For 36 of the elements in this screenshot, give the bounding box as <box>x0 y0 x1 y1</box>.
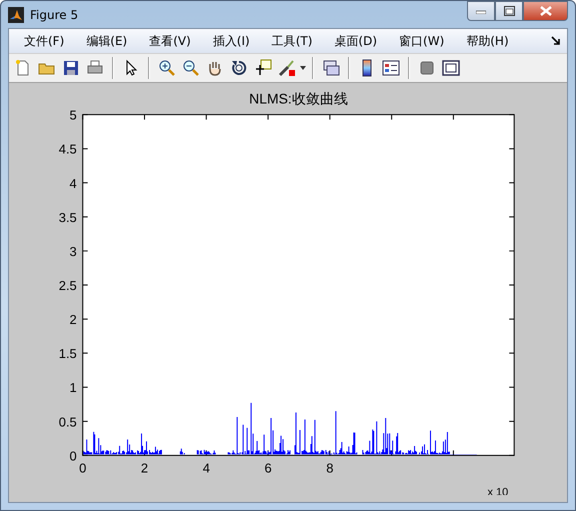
x-tick-label: 2 <box>140 460 148 476</box>
y-tick-label: 2 <box>70 312 77 328</box>
minimize-icon <box>476 8 486 14</box>
maximize-button[interactable] <box>495 1 523 21</box>
menu-item[interactable]: 桌面(D) <box>327 30 384 52</box>
x-tick-label: 6 <box>264 460 272 476</box>
close-icon <box>540 6 552 16</box>
x-tick-label: 0 <box>79 460 86 476</box>
plot-title: NLMS:收敛曲线 <box>249 90 348 107</box>
menu-item[interactable]: 查看(V) <box>142 30 198 52</box>
close-button[interactable] <box>523 1 568 21</box>
y-tick-label: 0 <box>70 448 77 464</box>
y-tick-label: 1 <box>70 380 77 396</box>
maximize-icon <box>504 6 514 16</box>
minimize-button[interactable] <box>467 1 495 21</box>
dock-arrow-icon[interactable] <box>551 36 561 46</box>
y-tick-label: 4.5 <box>58 142 77 157</box>
window-title: Figure 5 <box>30 8 80 22</box>
x-tick-label: 4 <box>202 460 210 476</box>
menu-item[interactable]: 文件(F) <box>17 30 72 52</box>
y-tick-label: 0.5 <box>58 414 77 430</box>
menu-item[interactable]: 窗口(W) <box>392 30 452 52</box>
menu-item[interactable]: 工具(T) <box>264 30 320 52</box>
caret-icon[interactable] <box>300 66 306 70</box>
y-tick-label: 4 <box>70 176 77 191</box>
x-exponent-label: x 10 <box>488 486 508 495</box>
y-tick-label: 5 <box>70 108 77 123</box>
menu-item[interactable]: 帮助(H) <box>459 30 516 52</box>
y-tick-label: 3 <box>70 244 77 259</box>
menu-item[interactable]: 插入(I) <box>206 30 257 52</box>
y-tick-label: 2.5 <box>58 278 77 293</box>
y-tick-label: 1.5 <box>58 346 77 362</box>
x-tick-label: 8 <box>326 460 334 476</box>
y-tick-label: 3.5 <box>58 210 77 225</box>
app-logo-icon <box>8 6 24 22</box>
menu-item[interactable]: 编辑(E) <box>79 30 134 52</box>
